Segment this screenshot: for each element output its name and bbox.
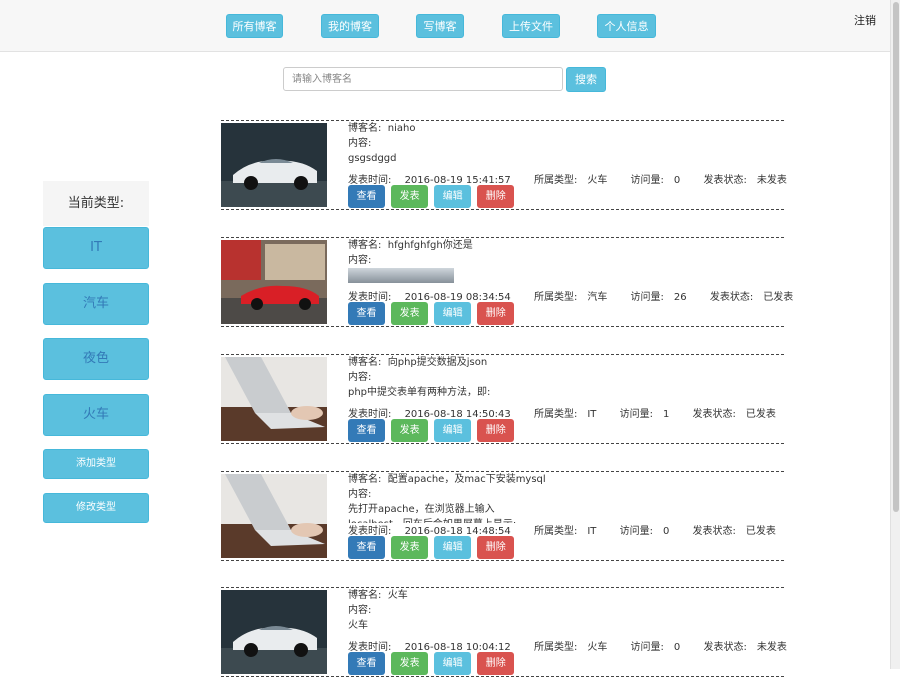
post-inline-image	[348, 268, 454, 283]
post-thumbnail-laptop	[221, 474, 327, 558]
post-type: IT	[587, 409, 597, 420]
nav-write-blog-button[interactable]: 写博客	[416, 14, 464, 38]
edit-button[interactable]: 编辑	[434, 652, 472, 675]
post-type: 火车	[587, 175, 608, 186]
post-status: 未发表	[756, 175, 787, 186]
delete-button[interactable]: 删除	[477, 302, 515, 325]
type-button-it[interactable]: IT	[43, 227, 149, 269]
edit-button[interactable]: 编辑	[434, 302, 472, 325]
post-status: 未发表	[756, 642, 787, 653]
publish-button[interactable]: 发表	[391, 419, 429, 442]
post-status-label: 发表状态:	[692, 409, 736, 420]
post-type: IT	[587, 526, 597, 537]
edit-type-button[interactable]: 修改类型	[43, 493, 149, 523]
page-scrollbar[interactable]	[890, 0, 900, 669]
post-name-label: 博客名:	[348, 240, 382, 251]
nav-upload-file-button[interactable]: 上传文件	[502, 14, 560, 38]
post-status: 已发表	[745, 409, 776, 420]
post-views: 0	[662, 526, 670, 537]
post-content-label: 内容:	[348, 138, 372, 149]
post-name: 向php提交数据及json	[387, 357, 488, 368]
blog-post-card: 博客名: 向php提交数据及json 内容: php中提交表单有两种方法，即: …	[221, 354, 784, 444]
post-name: 配置apache，及mac下安装mysql	[387, 474, 546, 485]
scrollbar-thumb[interactable]	[893, 2, 899, 512]
nav-all-blogs-button[interactable]: 所有博客	[226, 14, 283, 38]
delete-button[interactable]: 删除	[477, 419, 515, 442]
post-thumbnail-laptop	[221, 357, 327, 441]
post-type-label: 所属类型:	[533, 292, 578, 303]
edit-button[interactable]: 编辑	[434, 419, 472, 442]
logout-link[interactable]: 注销	[854, 12, 876, 28]
edit-button[interactable]: 编辑	[434, 536, 472, 559]
post-name: 火车	[387, 590, 408, 601]
view-button[interactable]: 查看	[348, 419, 385, 442]
post-status-label: 发表状态:	[703, 175, 747, 186]
publish-button[interactable]: 发表	[391, 302, 429, 325]
post-views: 0	[673, 642, 681, 653]
post-content-label: 内容:	[348, 255, 372, 266]
type-button-car[interactable]: 汽车	[43, 283, 149, 325]
post-views: 26	[673, 292, 687, 303]
post-status: 已发表	[763, 292, 794, 303]
view-button[interactable]: 查看	[348, 536, 385, 559]
view-button[interactable]: 查看	[348, 185, 385, 208]
nav-profile-button[interactable]: 个人信息	[597, 14, 656, 38]
post-views: 1	[662, 409, 670, 420]
delete-button[interactable]: 删除	[477, 185, 515, 208]
post-content-label: 内容:	[348, 605, 372, 616]
post-status-label: 发表状态:	[692, 526, 736, 537]
search-input[interactable]	[283, 67, 563, 91]
view-button[interactable]: 查看	[348, 302, 385, 325]
post-content-line: php中提交表单有两种方法，即:	[348, 387, 491, 398]
publish-button[interactable]: 发表	[391, 536, 429, 559]
post-type: 火车	[587, 642, 608, 653]
post-type-label: 所属类型:	[533, 526, 578, 537]
top-navbar: 所有博客 我的博客 写博客 上传文件 个人信息 注销	[0, 0, 890, 52]
blog-post-card: 博客名: niaho 内容: gsgsdggd 发表时间: 2016-08-19…	[221, 120, 787, 210]
post-name: niaho	[387, 123, 416, 134]
blog-post-card: 博客名: 配置apache，及mac下安装mysql 内容: 先打开apache…	[221, 471, 784, 561]
add-type-button[interactable]: 添加类型	[43, 449, 149, 479]
post-views-label: 访问量:	[619, 409, 653, 420]
post-views-label: 访问量:	[619, 526, 653, 537]
delete-button[interactable]: 删除	[477, 652, 515, 675]
post-name-label: 博客名:	[348, 590, 382, 601]
post-name-label: 博客名:	[348, 474, 382, 485]
post-thumbnail-white-car	[221, 590, 327, 674]
post-name-label: 博客名:	[348, 123, 382, 134]
post-thumbnail-white-car	[221, 123, 327, 207]
type-button-train[interactable]: 火车	[43, 394, 149, 436]
post-content-line: 先打开apache，在浏览器上输入	[348, 504, 495, 515]
nav-my-blogs-button[interactable]: 我的博客	[321, 14, 379, 38]
post-views-label: 访问量:	[630, 175, 664, 186]
post-views-label: 访问量:	[630, 642, 664, 653]
current-type-title: 当前类型:	[43, 181, 149, 226]
search-button[interactable]: 搜索	[566, 67, 606, 92]
edit-button[interactable]: 编辑	[434, 185, 472, 208]
publish-button[interactable]: 发表	[391, 185, 429, 208]
post-type-label: 所属类型:	[533, 175, 578, 186]
publish-button[interactable]: 发表	[391, 652, 429, 675]
post-name-label: 博客名:	[348, 357, 382, 368]
type-button-night[interactable]: 夜色	[43, 338, 149, 380]
post-thumbnail-red-car	[221, 240, 327, 324]
view-button[interactable]: 查看	[348, 652, 385, 675]
post-status-label: 发表状态:	[709, 292, 754, 303]
post-content-line: 火车	[348, 620, 368, 631]
post-status: 已发表	[745, 526, 776, 537]
post-content-label: 内容:	[348, 372, 372, 383]
blog-post-card: 博客名: 火车 内容: 火车 发表时间: 2016-08-18 10:04:12…	[221, 587, 787, 677]
post-views: 0	[673, 175, 681, 186]
post-type: 汽车	[587, 292, 608, 303]
post-views-label: 访问量:	[630, 292, 664, 303]
post-content-label: 内容:	[348, 489, 372, 500]
blog-post-card: 博客名: hfghfghfgh你还是 内容: 发表时间: 2016-08-19 …	[221, 237, 793, 327]
post-content-line: gsgsdggd	[348, 153, 397, 164]
delete-button[interactable]: 删除	[477, 536, 515, 559]
post-type-label: 所属类型:	[533, 642, 578, 653]
post-type-label: 所属类型:	[533, 409, 578, 420]
post-name: hfghfghfgh你还是	[387, 240, 473, 251]
post-status-label: 发表状态:	[703, 642, 747, 653]
